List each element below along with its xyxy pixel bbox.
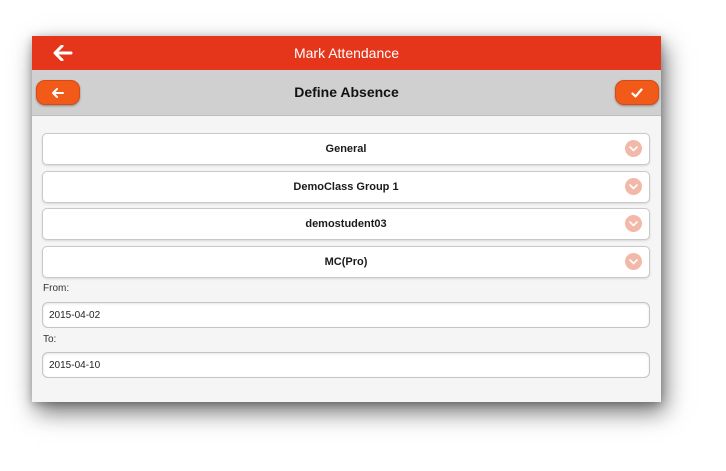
chevron-down-icon: [625, 215, 642, 232]
chevron-down-icon: [625, 178, 642, 195]
chevron-down-icon: [625, 253, 642, 270]
student-select[interactable]: demostudent03: [42, 208, 650, 240]
checkmark-icon: [631, 87, 643, 98]
from-label: From:: [43, 283, 70, 294]
app-header: Mark Attendance: [32, 36, 661, 70]
absence-type-select-value: MC(Pro): [324, 256, 368, 268]
app-screen: Mark Attendance Define Absence General D…: [32, 36, 661, 402]
absence-type-select[interactable]: MC(Pro): [42, 246, 650, 278]
chevron-down-icon: [625, 140, 642, 157]
category-select-value: General: [325, 143, 367, 155]
class-group-select-value: DemoClass Group 1: [293, 181, 399, 193]
confirm-button[interactable]: [615, 80, 659, 105]
from-date-input[interactable]: [42, 302, 650, 328]
student-select-value: demostudent03: [305, 218, 387, 230]
to-date-input[interactable]: [42, 352, 650, 378]
to-label: To:: [43, 334, 57, 345]
section-title: Define Absence: [294, 84, 399, 100]
class-group-select[interactable]: DemoClass Group 1: [42, 171, 650, 203]
page-title: Mark Attendance: [293, 45, 400, 61]
subheader-bar: Define Absence: [32, 70, 661, 116]
category-select[interactable]: General: [42, 133, 650, 165]
